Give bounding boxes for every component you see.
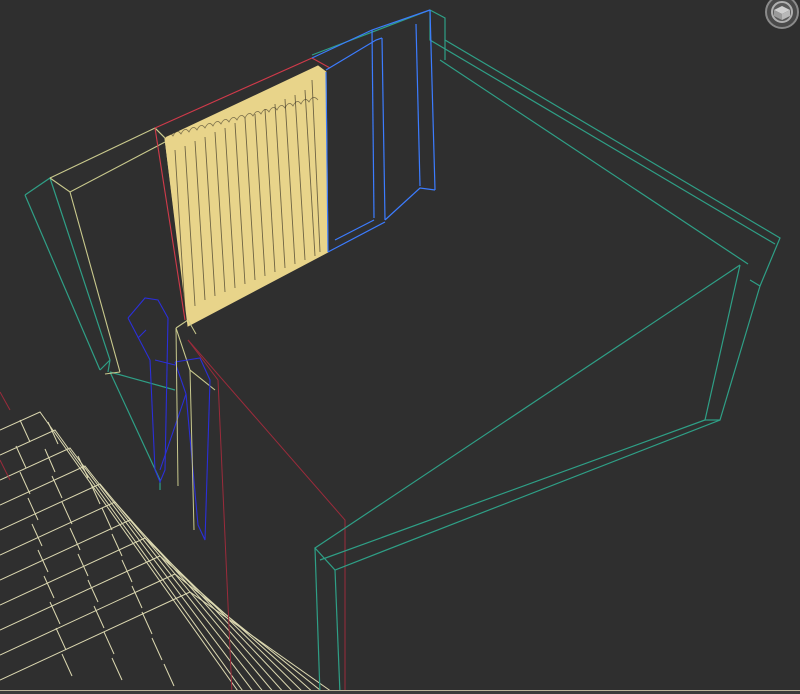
chair[interactable] xyxy=(127,297,211,541)
viewport-bottom-border xyxy=(0,690,800,694)
curtain[interactable] xyxy=(164,65,329,327)
back-wall-panels[interactable] xyxy=(311,9,436,253)
wireframe-scene[interactable] xyxy=(0,0,800,694)
red-reference-wires xyxy=(0,339,346,694)
floor-tiles xyxy=(0,411,336,694)
viewcube-icon[interactable] xyxy=(760,0,800,36)
wall-post xyxy=(175,319,197,531)
3d-viewport[interactable] xyxy=(0,0,800,694)
